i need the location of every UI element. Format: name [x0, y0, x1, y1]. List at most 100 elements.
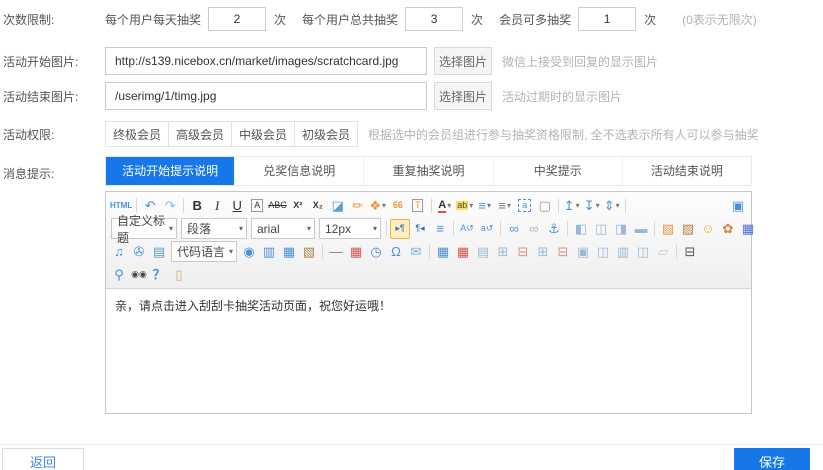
toolbar-line-height-button[interactable]: ⇕▾	[602, 196, 622, 216]
toolbar-paragraph-space-bottom-button[interactable]: ↧▾	[582, 196, 602, 216]
toolbar-subscript-button[interactable]: X₂	[308, 196, 328, 216]
toolbar-search-button[interactable]: ⚲	[109, 265, 129, 285]
toolbar-paragraph-rtl-button[interactable]: ¶◂	[410, 219, 430, 239]
toolbar-image-align-right-button[interactable]: ◨	[611, 219, 631, 239]
permission-hint: 根据选中的会员组进行参与抽奖资格限制, 全不选表示所有人可以参与抽奖	[368, 126, 759, 143]
toolbar-scrawl-button[interactable]: ✿	[718, 219, 738, 239]
custom-title-select[interactable]: 自定义标题▾	[111, 218, 177, 239]
toolbar-image-manager-button[interactable]: ▨	[678, 219, 698, 239]
end-image-input[interactable]	[105, 82, 427, 110]
toolbar-insert-table-button[interactable]: ▦	[433, 242, 453, 262]
toolbar-paste-board-button[interactable]: ▯	[169, 265, 189, 285]
toolbar-image-align-center-button[interactable]: ◫	[591, 219, 611, 239]
toolbar-split-rows-button[interactable]: ▥	[613, 242, 633, 262]
toolbar-split-cell-button[interactable]: ◫	[593, 242, 613, 262]
back-button[interactable]: 返回	[2, 448, 84, 470]
toolbar-insert-music-button[interactable]: ♫	[109, 242, 129, 262]
code-language-select[interactable]: 代码语言▾	[171, 241, 237, 262]
message-tab[interactable]: 活动开始提示说明	[106, 157, 234, 185]
toolbar-select-all-button[interactable]: a	[515, 196, 535, 216]
toolbar-highlight-color-button[interactable]: ab▾	[455, 196, 475, 216]
toolbar-auto-typeset-button[interactable]: ❖▾	[368, 196, 388, 216]
toolbar-format-painter-button[interactable]: ✏	[348, 196, 368, 216]
toolbar-delete-col-button[interactable]: ⊟	[553, 242, 573, 262]
split-rows-icon: ▥	[617, 245, 629, 258]
member-option-button[interactable]: 中级会员	[231, 121, 295, 147]
start-image-input[interactable]	[105, 47, 427, 75]
save-button[interactable]: 保存	[734, 448, 810, 470]
toolbar-underline-button[interactable]: U	[227, 196, 247, 216]
message-tab[interactable]: 兑奖信息说明	[234, 157, 363, 185]
toolbar-delete-row-button[interactable]: ⊟	[513, 242, 533, 262]
toolbar-paste-text-button[interactable]: T	[408, 196, 428, 216]
toolbar-emotion-button[interactable]: ☺	[698, 219, 718, 239]
toolbar-to-uppercase-button[interactable]: A↺	[457, 219, 477, 239]
toolbar-clear-doc-button[interactable]: ▢	[535, 196, 555, 216]
toolbar-unordered-list-button[interactable]: ≡▾	[495, 196, 515, 216]
toolbar-split-cols-button[interactable]: ◫	[633, 242, 653, 262]
toolbar-attachment-button[interactable]: ✇	[129, 242, 149, 262]
toolbar-help-button[interactable]: ？	[149, 265, 169, 285]
toolbar-insert-date-button[interactable]: ▦	[346, 242, 366, 262]
toolbar-ordered-list-button[interactable]: ≡▾	[475, 196, 495, 216]
toolbar-insert-col-button[interactable]: ⊞	[533, 242, 553, 262]
bold-icon: B	[193, 199, 202, 212]
message-tab[interactable]: 活动结束说明	[622, 157, 751, 185]
toolbar-find-replace-button[interactable]: ◉◉	[129, 265, 149, 285]
toolbar-indent-button[interactable]: ▸¶	[390, 219, 410, 239]
chevron-down-icon: ▾	[469, 202, 473, 210]
toolbar-insert-row-button[interactable]: ⊞	[493, 242, 513, 262]
limit-count-input[interactable]	[578, 7, 636, 31]
toolbar-superscript-button[interactable]: X²	[288, 196, 308, 216]
limit-count-input[interactable]	[405, 7, 463, 31]
toolbar-table-title-button[interactable]: ▤	[473, 242, 493, 262]
toolbar-font-color-button[interactable]: A▾	[435, 196, 455, 216]
toolbar-preview-button[interactable]: ▣	[728, 196, 748, 216]
font-family-select[interactable]: arial▾	[251, 218, 315, 239]
limit-count-input[interactable]	[208, 7, 266, 31]
toolbar-image-align-left-button[interactable]: ◧	[571, 219, 591, 239]
member-option-button[interactable]: 初级会员	[294, 121, 358, 147]
toolbar-insert-time-button[interactable]: ◷	[366, 242, 386, 262]
toolbar-anchor-button[interactable]: ⚓	[544, 219, 564, 239]
toolbar-insert-image-button[interactable]: ▧	[658, 219, 678, 239]
toolbar-remove-format-button[interactable]: ◪	[328, 196, 348, 216]
toolbar-separator	[453, 221, 454, 236]
toolbar-blockquote-button[interactable]: 66	[388, 196, 408, 216]
toolbar-print-button[interactable]: ⊟	[680, 242, 700, 262]
font-size-select[interactable]: 12px▾	[319, 218, 381, 239]
member-option-button[interactable]: 终极会员	[105, 121, 169, 147]
toolbar-bold-button[interactable]: B	[187, 196, 207, 216]
toolbar-font-border-button[interactable]: A	[247, 196, 267, 216]
toolbar-horizontal-rule-button[interactable]: —	[326, 242, 346, 262]
toolbar-insert-video-button[interactable]: ▦	[738, 219, 758, 239]
toolbar-insert-code-button[interactable]: ◉	[239, 242, 259, 262]
insert-row-icon: ⊞	[498, 245, 509, 258]
toolbar-remove-link-button[interactable]: ∞	[524, 219, 544, 239]
toolbar-merge-cells-button[interactable]: ▣	[573, 242, 593, 262]
toolbar-insert-map-button[interactable]: ▤	[149, 242, 169, 262]
toolbar-insert-link-button[interactable]: ∞	[504, 219, 524, 239]
end-image-pick-button[interactable]: 选择图片	[434, 82, 492, 110]
toolbar-paragraph-format-button[interactable]: ≡	[430, 219, 450, 239]
toolbar-page-break-button[interactable]: ▥	[259, 242, 279, 262]
insert-image-icon: ▧	[662, 222, 674, 235]
editor-content[interactable]: 亲，请点击进入刮刮卡抽奖活动页面，祝您好运哦！	[106, 289, 751, 413]
toolbar-screen-snapshot-button[interactable]: ▧	[299, 242, 319, 262]
toolbar-template-button[interactable]: ▦	[279, 242, 299, 262]
message-tab[interactable]: 中奖提示	[493, 157, 622, 185]
toolbar-special-chars-button[interactable]: Ω	[386, 242, 406, 262]
toolbar-web-app-button[interactable]: ✉	[406, 242, 426, 262]
toolbar-table-sort-button[interactable]: ▱	[653, 242, 673, 262]
message-tab[interactable]: 重复抽奖说明	[363, 157, 492, 185]
image-block-icon: ▬	[635, 222, 648, 235]
toolbar-delete-table-button[interactable]: ▦	[453, 242, 473, 262]
toolbar-strikethrough-button[interactable]: ABC	[267, 196, 288, 216]
member-option-button[interactable]: 高级会员	[168, 121, 232, 147]
toolbar-to-lowercase-button[interactable]: a↺	[477, 219, 497, 239]
start-image-pick-button[interactable]: 选择图片	[434, 47, 492, 75]
paragraph-select[interactable]: 段落▾	[181, 218, 247, 239]
toolbar-italic-button[interactable]: I	[207, 196, 227, 216]
toolbar-paragraph-space-top-button[interactable]: ↥▾	[562, 196, 582, 216]
toolbar-image-block-button[interactable]: ▬	[631, 219, 651, 239]
